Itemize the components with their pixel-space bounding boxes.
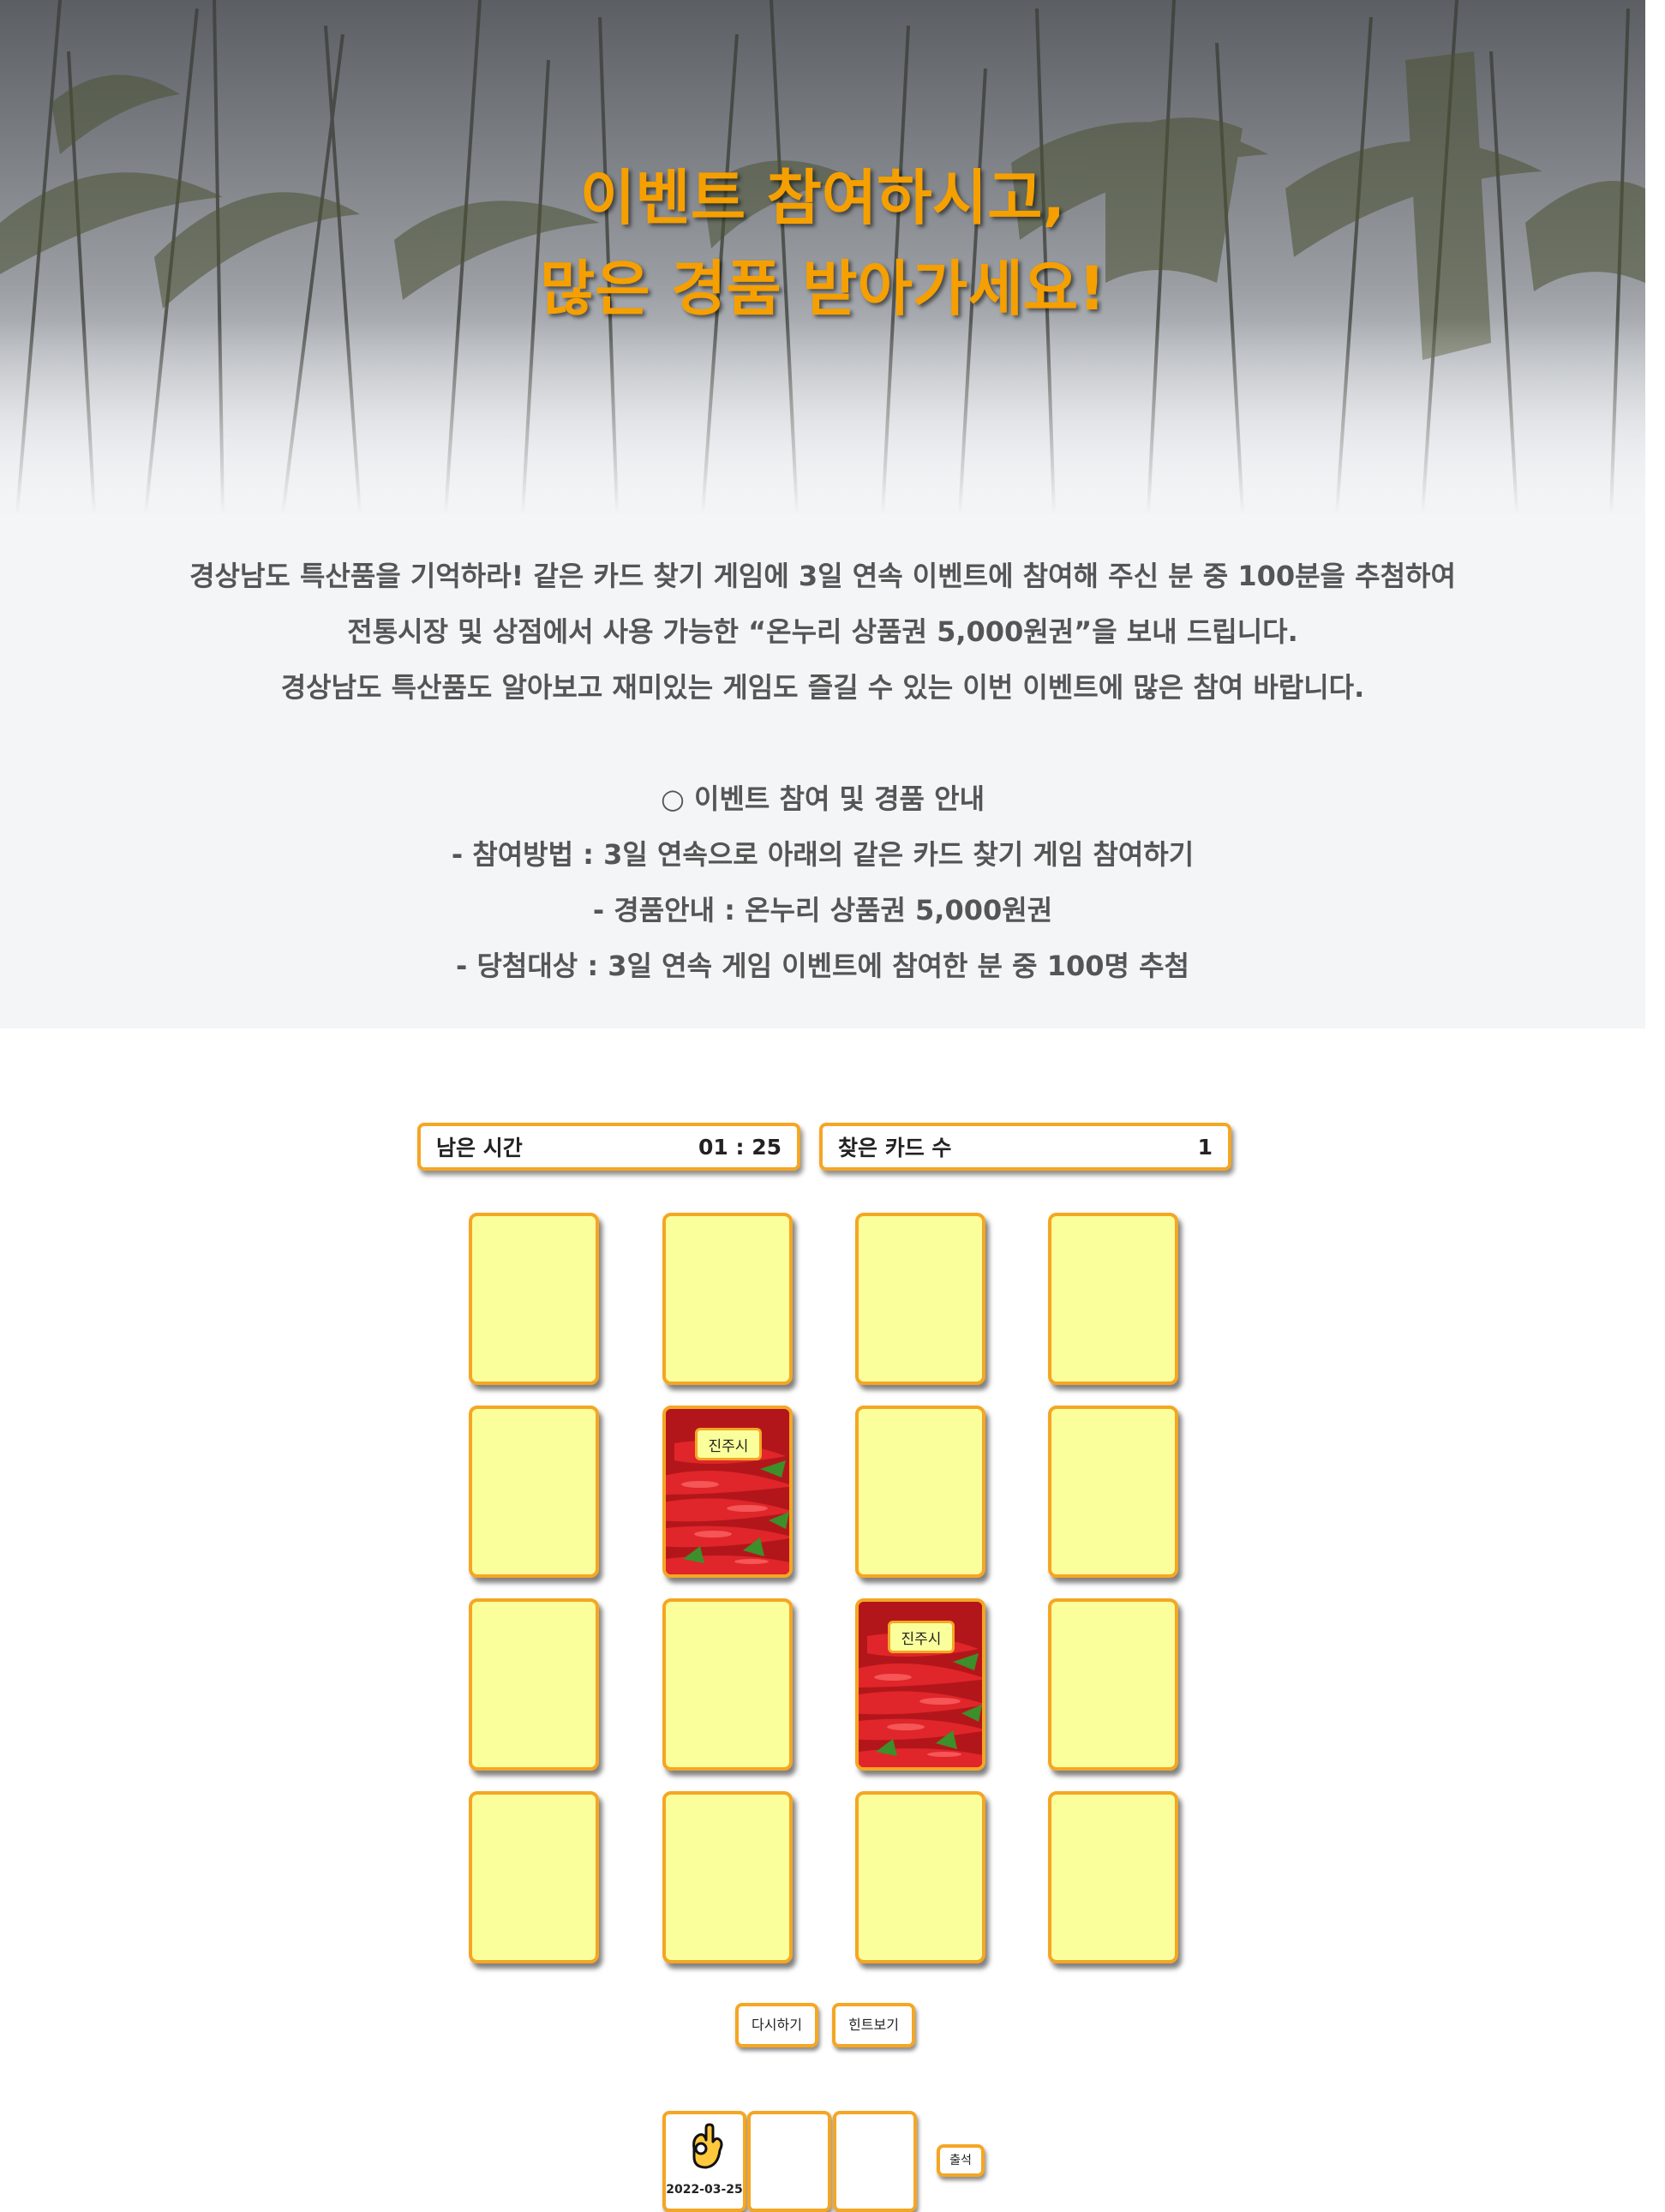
memory-card[interactable]: [662, 1598, 793, 1771]
attendance-slot: 2022-03-25: [662, 2111, 746, 2212]
memory-card[interactable]: [855, 1213, 985, 1385]
found-cards-value: 1: [1197, 1134, 1213, 1160]
remaining-time-label: 남은 시간: [436, 1136, 523, 1160]
memory-card[interactable]: [1048, 1598, 1178, 1771]
guide-prize: - 경품안내 : 온누리 상품권 5,000원권: [592, 894, 1053, 926]
memory-card[interactable]: [855, 1406, 985, 1578]
intro-line: 경상남도 특산품도 알아보고 재미있는 게임도 즐길 수 있는 이번 이벤트에 …: [280, 671, 1365, 704]
memory-card[interactable]: [855, 1791, 985, 1963]
memory-card[interactable]: [469, 1213, 599, 1385]
attendance-slot: [833, 2111, 917, 2212]
memory-card[interactable]: [469, 1598, 599, 1771]
attendance-date: 2022-03-25: [666, 2183, 743, 2197]
event-guide: ○ 이벤트 참여 및 경품 안내 - 참여방법 : 3일 연속으로 아래의 같은…: [0, 771, 1645, 994]
memory-card-flipped[interactable]: 진주시: [662, 1406, 793, 1578]
memory-card-flipped[interactable]: 진주시: [855, 1598, 985, 1771]
remaining-time-value: 01 : 25: [698, 1134, 782, 1160]
memory-card[interactable]: [1048, 1213, 1178, 1385]
memory-card[interactable]: [469, 1406, 599, 1578]
remaining-time-box: 남은 시간 01 : 25: [417, 1123, 800, 1171]
intro-line: 경상남도 특산품을 기억하라! 같은 카드 찾기 게임에 3일 연속 이벤트에 …: [189, 560, 1456, 592]
guide-heading: ○ 이벤트 참여 및 경품 안내: [660, 782, 985, 815]
event-intro: 경상남도 특산품을 기억하라! 같은 카드 찾기 게임에 3일 연속 이벤트에 …: [0, 549, 1645, 716]
found-cards-label: 찾은 카드 수: [838, 1136, 952, 1160]
memory-card[interactable]: [469, 1791, 599, 1963]
hero-banner: 이벤트 참여하시고, 많은 경품 받아가세요!: [0, 0, 1645, 514]
memory-card[interactable]: [1048, 1406, 1178, 1578]
hero-title-line2: 많은 경품 받아가세요!: [539, 254, 1106, 324]
guide-target: - 당첨대상 : 3일 연속 게임 이벤트에 참여한 분 중 100명 추첨: [456, 950, 1189, 982]
ok-hand-icon: [692, 2123, 723, 2169]
intro-line: 전통시장 및 상점에서 사용 가능한 “온누리 상품권 5,000원권”을 보내…: [347, 615, 1298, 648]
memory-card[interactable]: [1048, 1791, 1178, 1963]
attend-button[interactable]: 출석: [937, 2144, 985, 2177]
event-info-section: 경상남도 특산품을 기억하라! 같은 카드 찾기 게임에 3일 연속 이벤트에 …: [0, 514, 1645, 1028]
memory-card[interactable]: [662, 1791, 793, 1963]
attendance-slot: [747, 2111, 831, 2212]
memory-card[interactable]: [662, 1213, 793, 1385]
card-region-label: 진주시: [695, 1428, 762, 1460]
card-region-label: 진주시: [888, 1621, 955, 1653]
retry-button[interactable]: 다시하기: [735, 2003, 818, 2047]
found-cards-box: 찾은 카드 수 1: [819, 1123, 1231, 1171]
hint-button[interactable]: 힌트보기: [832, 2003, 915, 2047]
guide-method: - 참여방법 : 3일 연속으로 아래의 같은 카드 찾기 게임 참여하기: [451, 838, 1195, 871]
hero-title-line1: 이벤트 참여하시고,: [579, 163, 1066, 233]
hero-title: 이벤트 참여하시고, 많은 경품 받아가세요!: [0, 153, 1645, 334]
